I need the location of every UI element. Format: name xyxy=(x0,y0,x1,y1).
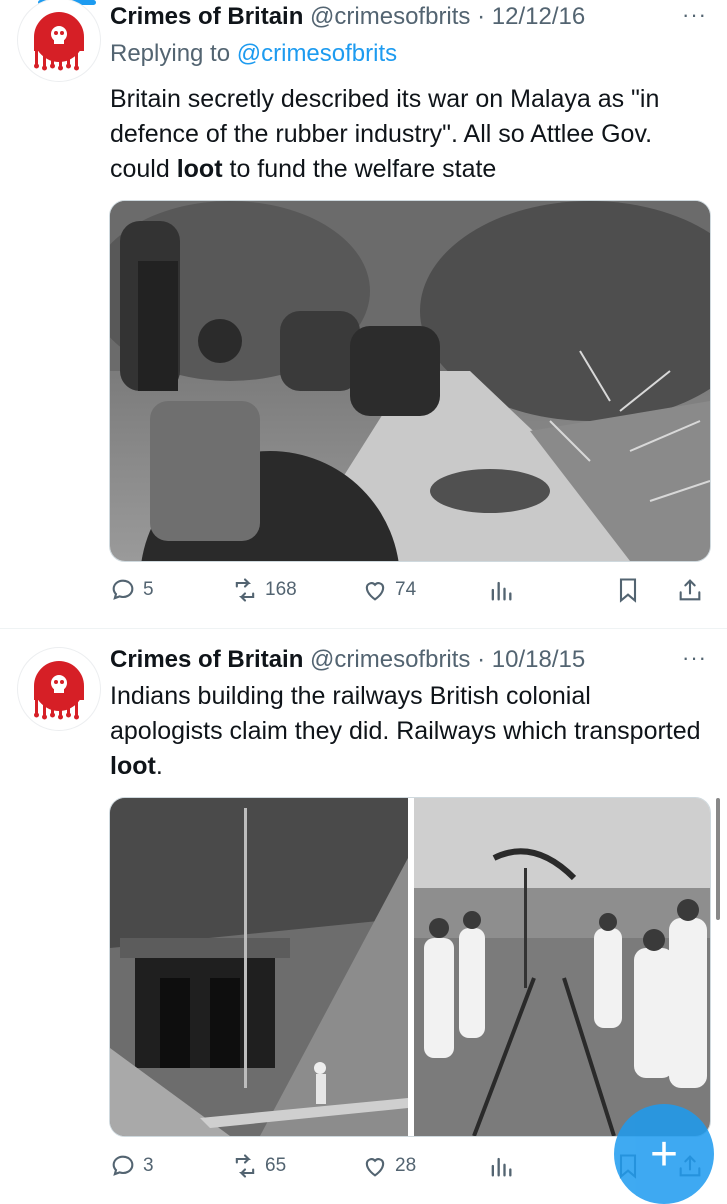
tweet-text: Indians building the railways British co… xyxy=(110,679,710,784)
analytics-button[interactable] xyxy=(487,1146,521,1186)
compose-fab-button[interactable]: + xyxy=(614,1104,714,1204)
user-handle[interactable]: @crimesofbrits xyxy=(310,646,470,673)
user-handle[interactable]: @crimesofbrits xyxy=(310,3,470,30)
skull-avatar-icon xyxy=(34,12,84,71)
bookmark-icon xyxy=(619,578,637,603)
avatar[interactable] xyxy=(17,0,101,82)
separator-dot: · xyxy=(477,3,486,30)
analytics-icon xyxy=(491,581,512,601)
skull-avatar-icon xyxy=(34,661,84,720)
tweet-text-part: to fund the welfare state xyxy=(222,155,497,183)
reply-count: 3 xyxy=(143,1155,154,1176)
display-name[interactable]: Crimes of Britain xyxy=(110,646,303,673)
more-options-icon[interactable]: ··· xyxy=(682,2,707,28)
retweet-icon xyxy=(235,1154,255,1178)
avatar[interactable] xyxy=(17,647,101,731)
tweet-actions: 5 168 74 xyxy=(109,570,709,610)
bookmark-button[interactable] xyxy=(614,570,648,610)
share-button[interactable] xyxy=(676,570,710,610)
reply-count: 5 xyxy=(143,579,154,600)
reply-icon xyxy=(112,579,134,600)
retweet-button[interactable]: 65 xyxy=(231,1146,286,1186)
share-icon xyxy=(679,579,701,601)
scrollbar[interactable] xyxy=(716,798,720,920)
replying-to-link[interactable]: @crimesofbrits xyxy=(237,40,397,67)
tweet-photo-grid xyxy=(109,797,711,1137)
reply-button[interactable]: 3 xyxy=(109,1146,154,1186)
tweet-text-bold: loot xyxy=(110,752,156,780)
tweet-photo[interactable] xyxy=(109,200,711,562)
replying-to: Replying to @crimesofbrits xyxy=(110,40,397,68)
retweet-icon xyxy=(235,578,255,602)
photo-railway[interactable] xyxy=(414,798,711,1136)
like-icon xyxy=(365,1158,385,1177)
tweet-2[interactable]: Crimes of Britain @crimesofbrits · 10/18… xyxy=(0,629,727,1200)
like-button[interactable]: 74 xyxy=(361,570,416,610)
reply-button[interactable]: 5 xyxy=(109,570,154,610)
separator-dot: · xyxy=(477,646,486,673)
like-icon xyxy=(365,582,385,601)
tweet-text-part: Indians building the railways British co… xyxy=(110,682,701,745)
retweet-count: 168 xyxy=(265,579,297,600)
retweet-button[interactable]: 168 xyxy=(231,570,297,610)
tweet-date[interactable]: 12/12/16 xyxy=(492,3,585,30)
like-count: 74 xyxy=(395,579,417,600)
replying-prefix: Replying to xyxy=(110,40,231,67)
analytics-button[interactable] xyxy=(487,570,521,610)
tweet-1[interactable]: Crimes of Britain @crimesofbrits · 12/12… xyxy=(0,0,727,628)
more-options-icon[interactable]: ··· xyxy=(682,645,707,671)
photo-malaya xyxy=(110,201,710,561)
tweet-header: Crimes of Britain @crimesofbrits · 12/12… xyxy=(110,0,585,34)
tweet-text-bold: loot xyxy=(176,155,223,183)
tweet-header: Crimes of Britain @crimesofbrits · 10/18… xyxy=(110,643,585,677)
like-count: 28 xyxy=(395,1155,417,1176)
like-button[interactable]: 28 xyxy=(361,1146,416,1186)
tweet-text: Britain secretly described its war on Ma… xyxy=(110,82,710,187)
reply-icon xyxy=(112,1155,134,1176)
analytics-icon xyxy=(491,1157,512,1177)
tweet-date[interactable]: 10/18/15 xyxy=(492,646,585,673)
retweet-count: 65 xyxy=(265,1155,287,1176)
display-name[interactable]: Crimes of Britain xyxy=(110,3,303,30)
tweet-text-part: . xyxy=(155,752,163,780)
